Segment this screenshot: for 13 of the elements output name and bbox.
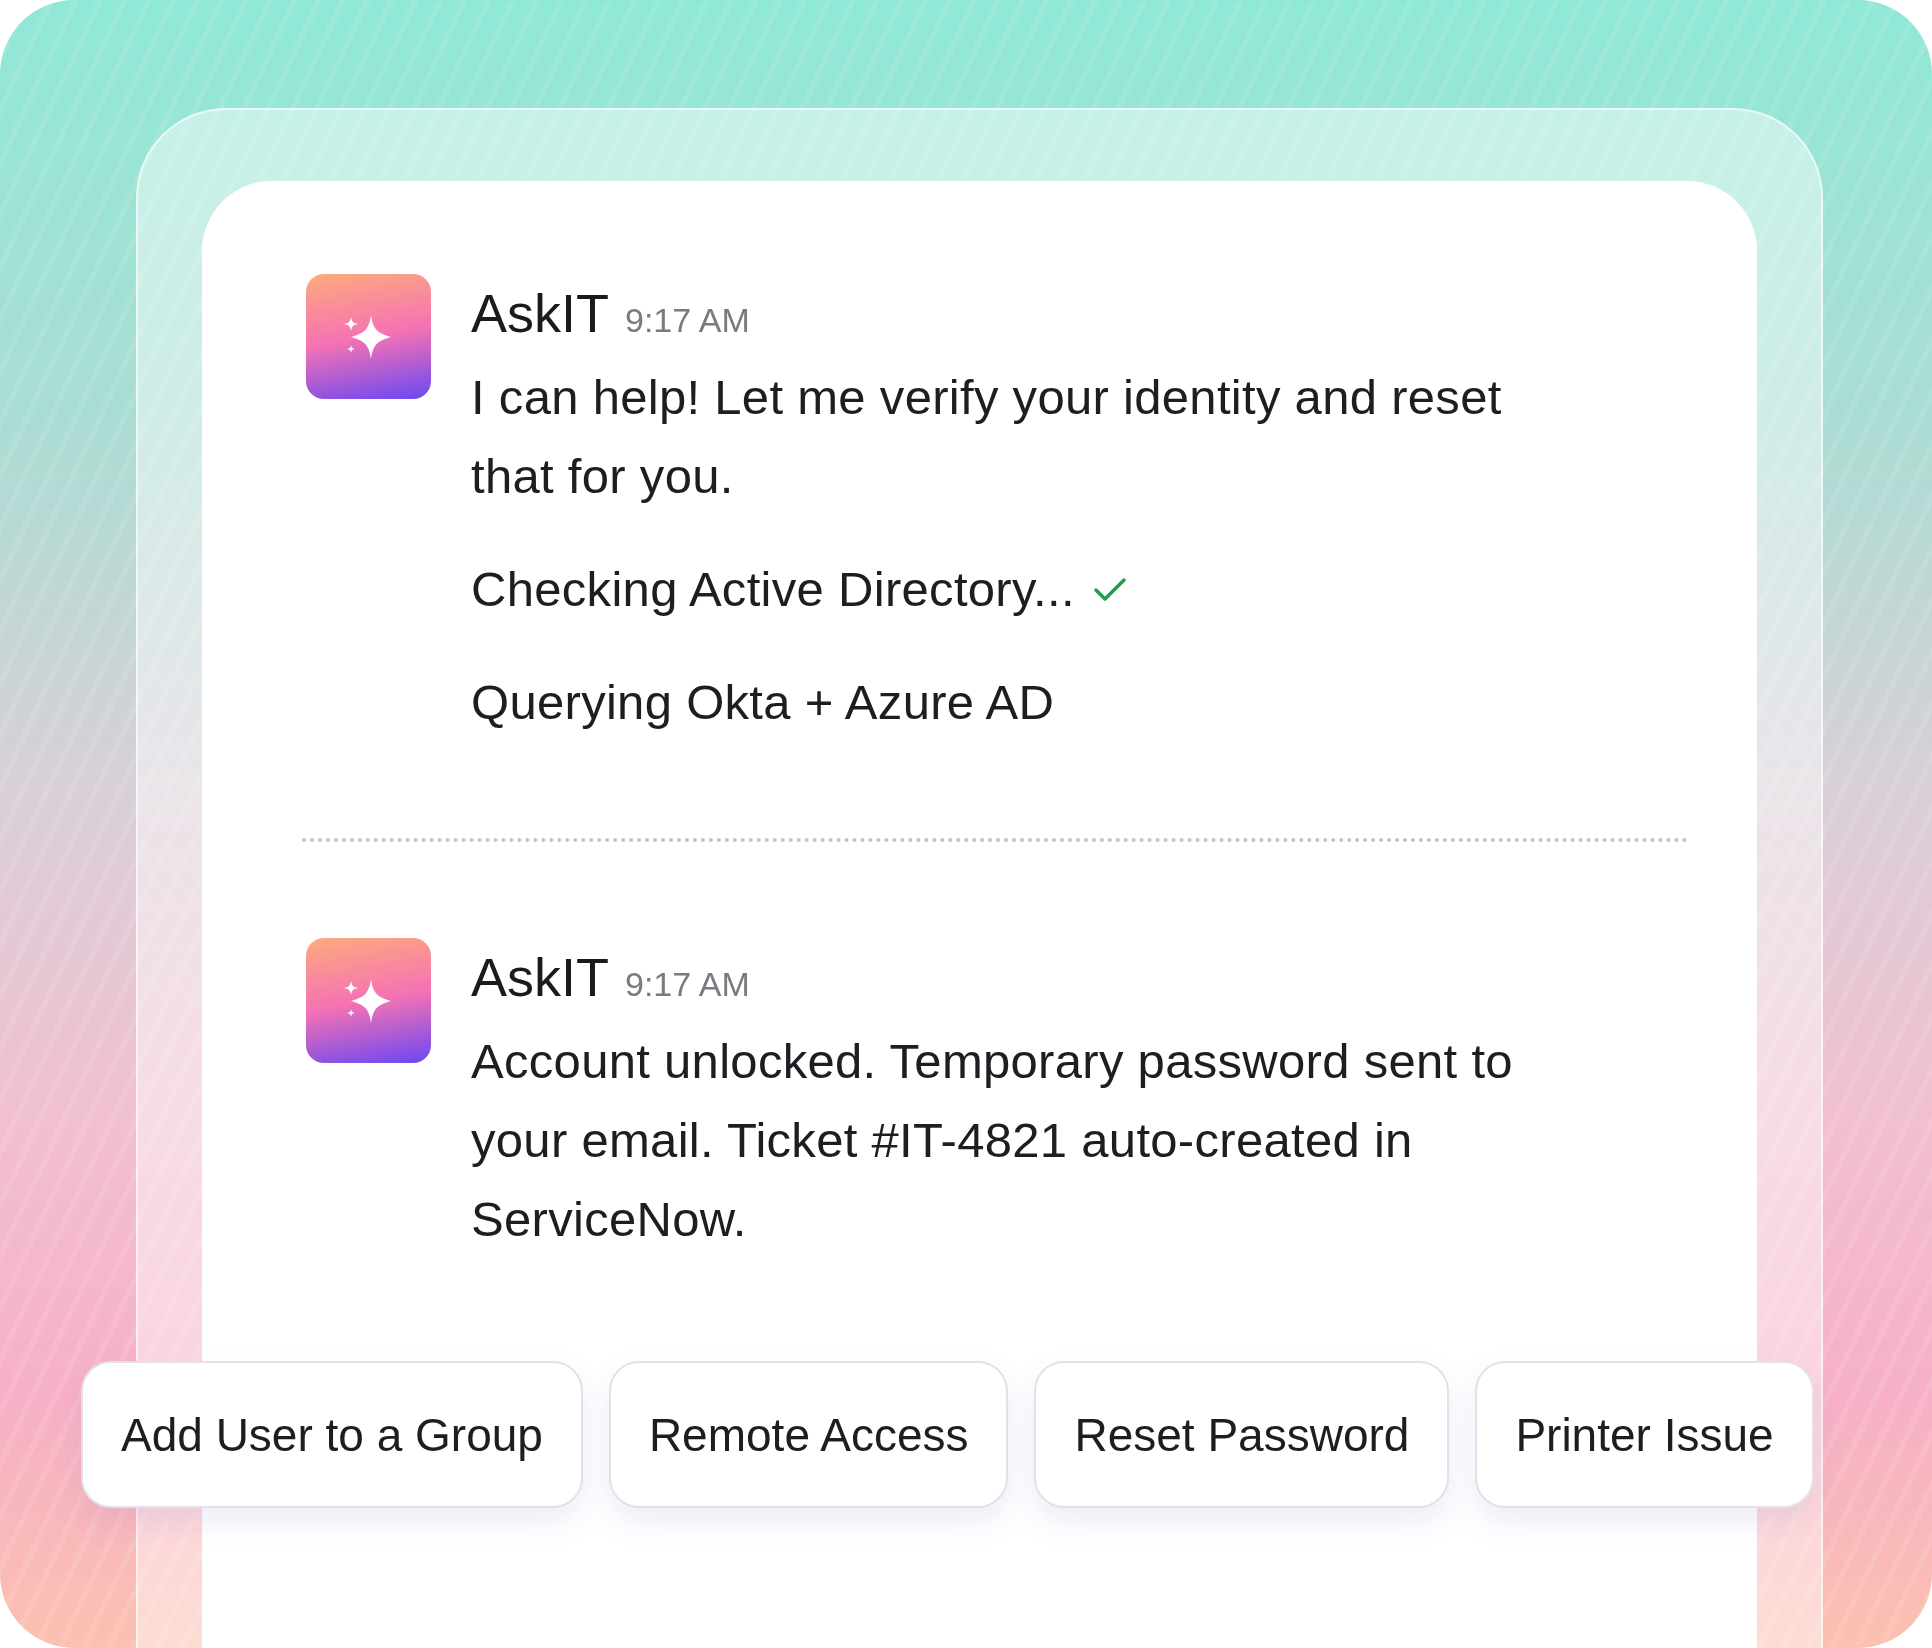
suggestion-chip[interactable]: Reset Password (1034, 1361, 1450, 1508)
sender-name: AskIT (471, 282, 609, 344)
status-text: Querying Okta + Azure AD (471, 674, 1055, 731)
message-text: I can help! Let me verify your identity and reset that for you. (471, 369, 1503, 505)
message-text: Account unlocked. Temporary password sent to your email. Ticket #IT-4821 auto-created in ServiceNow. (471, 1033, 1514, 1248)
message-time: 9:17 AM (625, 301, 750, 340)
message-time: 9:17 AM (625, 965, 750, 1004)
status-text: Checking Active Directory... (471, 561, 1075, 618)
check-icon (1092, 575, 1127, 604)
suggestion-chip[interactable]: Add User to a Group (81, 1361, 583, 1508)
suggestion-chip[interactable]: Printer Issue (1475, 1361, 1814, 1508)
sender-name: AskIT (471, 946, 609, 1008)
suggestion-chip[interactable]: Remote Access (608, 1361, 1009, 1508)
